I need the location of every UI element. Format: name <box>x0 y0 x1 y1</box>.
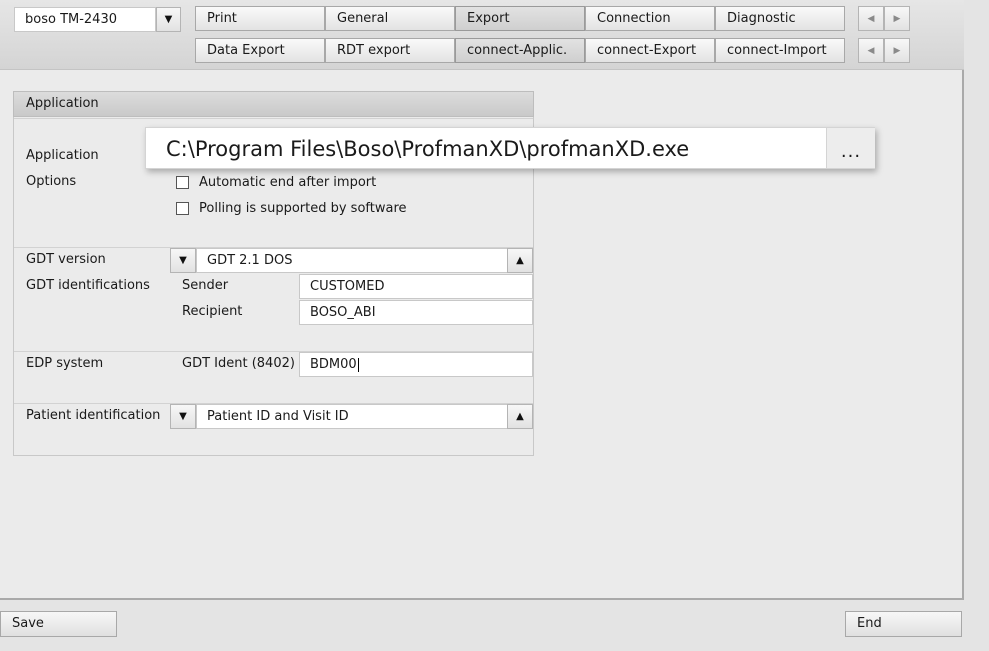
gdt-ident-8402-label: GDT Ident (8402) <box>182 356 295 371</box>
polling-checkbox[interactable] <box>176 202 189 215</box>
tab-label: Print <box>207 11 237 26</box>
chevron-down-icon: ▼ <box>164 14 173 25</box>
tab-diagnostic[interactable]: Diagnostic <box>715 6 845 31</box>
device-dropdown-button[interactable]: ▼ <box>156 7 181 32</box>
tab-connect-applic[interactable]: connect-Applic. <box>455 38 585 63</box>
triangle-right-icon: ▶ <box>893 13 901 24</box>
tab-print[interactable]: Print <box>195 6 325 31</box>
save-label: Save <box>12 616 44 631</box>
end-label: End <box>857 616 882 631</box>
patient-id-select[interactable]: Patient ID and Visit ID <box>196 404 508 429</box>
tab-data-export[interactable]: Data Export <box>195 38 325 63</box>
tab-label: Diagnostic <box>727 11 796 26</box>
sender-field[interactable]: CUSTOMED <box>299 274 533 299</box>
divider <box>14 118 533 119</box>
application-path-value: C:\Program Files\Boso\ProfmanXD\profmanX… <box>166 137 690 161</box>
device-select-value: boso TM-2430 <box>25 12 117 27</box>
recipient-value: BOSO_ABI <box>310 305 376 320</box>
tabs-row2-scroll-left[interactable]: ◀ <box>858 38 884 63</box>
tabs-row2-scroll-right[interactable]: ▶ <box>884 38 910 63</box>
gdt-version-value: GDT 2.1 DOS <box>207 253 293 268</box>
triangle-right-icon: ▶ <box>893 45 901 56</box>
tab-general[interactable]: General <box>325 6 455 31</box>
auto-end-label: Automatic end after import <box>199 175 377 190</box>
application-label: Application <box>26 148 99 163</box>
text-cursor <box>357 357 359 372</box>
chevron-up-icon: ▲ <box>516 411 524 422</box>
tabs-row1-scroll-right[interactable]: ▶ <box>884 6 910 31</box>
browse-button[interactable]: ... <box>826 128 875 168</box>
sender-value: CUSTOMED <box>310 279 385 294</box>
tab-label: Data Export <box>207 43 285 58</box>
patient-id-value: Patient ID and Visit ID <box>207 409 349 424</box>
panel-title: Application <box>13 91 534 117</box>
auto-end-checkbox[interactable] <box>176 176 189 189</box>
device-select[interactable]: boso TM-2430 <box>14 7 156 32</box>
gdt-version-up-button[interactable]: ▲ <box>507 248 533 273</box>
gdt-ident-8402-field[interactable]: BDM00 <box>299 352 533 377</box>
tab-connect-export[interactable]: connect-Export <box>585 38 715 63</box>
chevron-down-icon: ▼ <box>179 411 187 422</box>
tab-export[interactable]: Export <box>455 6 585 31</box>
recipient-field[interactable]: BOSO_ABI <box>299 300 533 325</box>
sender-label: Sender <box>182 278 229 293</box>
recipient-label: Recipient <box>182 304 243 319</box>
polling-label: Polling is supported by software <box>199 201 407 216</box>
tabs-row1-scroll-left[interactable]: ◀ <box>858 6 884 31</box>
tab-label: General <box>337 11 389 26</box>
tab-connect-import[interactable]: connect-Import <box>715 38 845 63</box>
end-button[interactable]: End <box>845 611 962 637</box>
tab-label: Connection <box>597 11 671 26</box>
patient-id-up-button[interactable]: ▲ <box>507 404 533 429</box>
gdt-version-dropdown-button[interactable]: ▼ <box>170 248 196 273</box>
application-path-field[interactable]: C:\Program Files\Boso\ProfmanXD\profmanX… <box>145 127 875 169</box>
patient-identification-label: Patient identification <box>26 408 161 423</box>
tab-label: connect-Applic. <box>467 43 568 58</box>
triangle-left-icon: ◀ <box>867 45 875 56</box>
tab-rdt-export[interactable]: RDT export <box>325 38 455 63</box>
top-toolbar: boso TM-2430 ▼ Print General Export Conn… <box>0 0 964 70</box>
chevron-down-icon: ▼ <box>179 255 187 266</box>
triangle-left-icon: ◀ <box>867 13 875 24</box>
gdt-version-select[interactable]: GDT 2.1 DOS <box>196 248 508 273</box>
gdt-ident-8402-value: BDM00 <box>310 357 357 372</box>
options-label: Options <box>26 174 77 189</box>
tab-connection[interactable]: Connection <box>585 6 715 31</box>
tab-label: connect-Import <box>727 43 827 58</box>
save-button[interactable]: Save <box>0 611 117 637</box>
gdt-identifications-label: GDT identifications <box>26 278 150 293</box>
tab-label: Export <box>467 11 510 26</box>
patient-id-dropdown-button[interactable]: ▼ <box>170 404 196 429</box>
chevron-up-icon: ▲ <box>516 255 524 266</box>
tab-label: connect-Export <box>597 43 697 58</box>
edp-system-label: EDP system <box>26 356 104 371</box>
tab-label: RDT export <box>337 43 411 58</box>
gdt-version-label: GDT version <box>26 252 106 267</box>
